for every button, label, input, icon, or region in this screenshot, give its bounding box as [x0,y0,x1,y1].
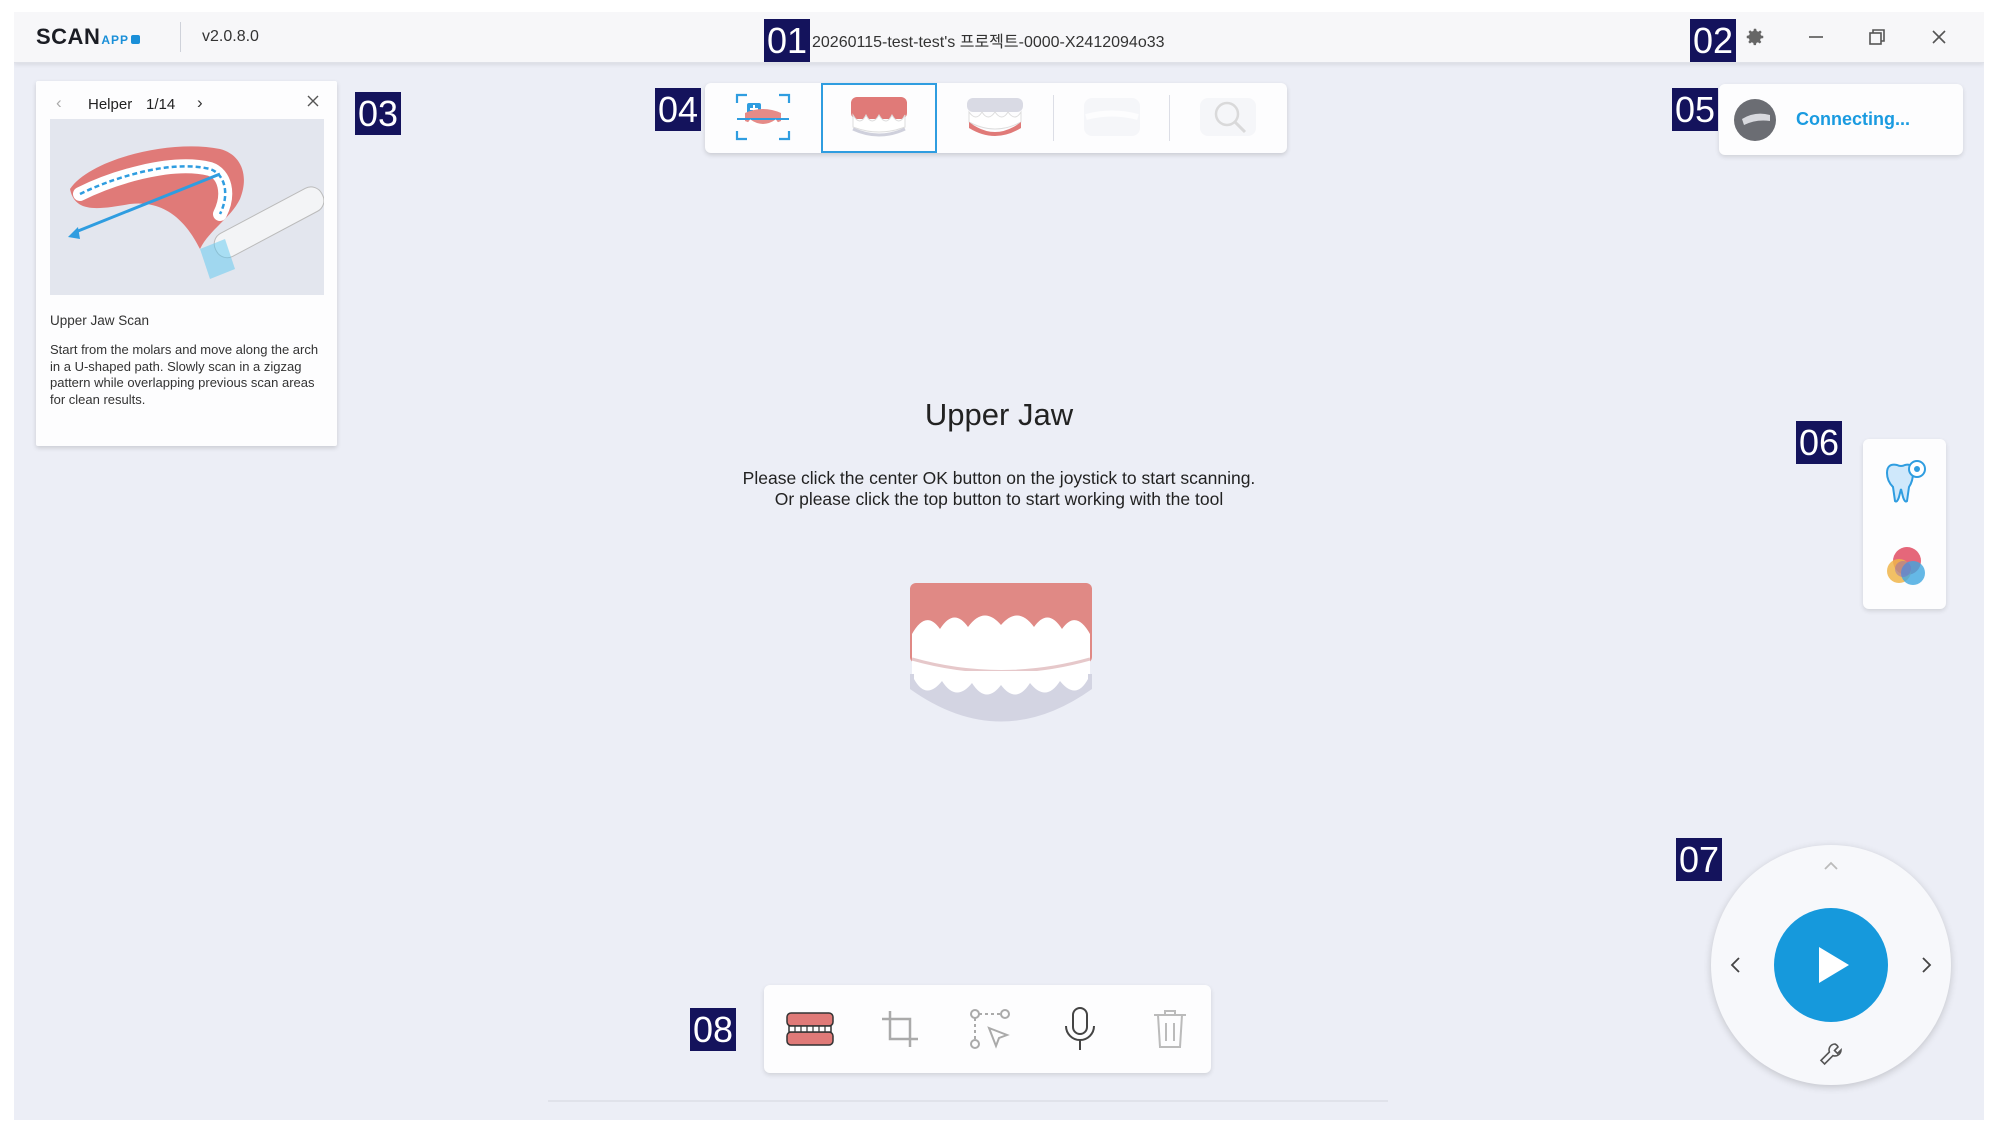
upper-jaw-scan-illustration [68,146,324,279]
restore-icon [1869,29,1885,45]
version-label: v2.0.8.0 [202,28,259,45]
badge-03: 03 [355,92,402,135]
joystick-up-button[interactable] [1820,855,1842,877]
helper-scan-title: Upper Jaw Scan [50,313,150,328]
badge-05: 05 [1672,88,1719,131]
badge-06: 06 [1796,421,1843,464]
connection-status-text: Connecting... [1796,109,1910,129]
project-name: 20260115-test-test's 프로젝트-0000-X2412094o… [812,34,1165,51]
settings-button[interactable] [1740,22,1770,52]
helper-page: 1/14 [146,96,176,113]
microphone-icon [1065,1007,1095,1050]
tooth-settings-button[interactable] [1881,457,1929,505]
tooth-settings-icon [1885,460,1926,503]
color-palette-icon [1887,547,1925,585]
scan-step-bar [705,83,1287,153]
upper-jaw-illustration [906,579,1096,731]
color-analysis-button[interactable] [1881,541,1929,589]
helper-prev-button[interactable]: ‹ [56,93,62,113]
close-icon [1932,30,1946,44]
helper-illustration [50,119,324,295]
step-bite[interactable] [1054,83,1170,151]
jaw-model-button[interactable] [780,999,840,1059]
logo-mark-icon [131,35,141,44]
close-icon [307,95,319,107]
helper-title: Helper [88,96,133,113]
helper-next-button[interactable]: › [197,93,203,113]
instruction-line-1: Please click the center OK button on the… [742,468,1256,488]
minimize-button[interactable] [1801,22,1831,52]
badge-08: 08 [690,1008,737,1051]
step-lower-jaw[interactable] [937,83,1053,151]
select-region-button[interactable] [960,999,1020,1059]
joystick-left-button[interactable] [1725,954,1747,976]
joystick-right-button[interactable] [1915,954,1937,976]
title-divider [180,22,181,52]
voice-button[interactable] [1050,999,1110,1059]
joystick-tool-button[interactable] [1818,1041,1844,1067]
badge-07: 07 [1676,838,1723,881]
crop-button[interactable] [870,999,930,1059]
joystick-ok-button[interactable] [1774,908,1888,1022]
connection-status-panel[interactable]: Connecting... [1719,84,1963,155]
select-region-icon [970,1009,1010,1049]
bottom-divider [548,1100,1388,1102]
bite-icon [1084,98,1140,136]
add-scan-icon [735,93,791,141]
bottom-toolbar [764,985,1211,1073]
step-pre-scan[interactable] [705,83,821,151]
step-analysis[interactable] [1170,83,1286,151]
side-tool-panel [1863,439,1946,609]
scan-step-title: Upper Jaw [924,397,1074,432]
app-logo: SCANAPP [36,24,141,50]
helper-header: ‹ Helper 1/14 › [36,93,337,115]
app-window: SCANAPP v2.0.8.0 20260115-test-test's 프로… [14,12,1984,1120]
helper-panel: ‹ Helper 1/14 › Upper Jaw Scan Start fro… [36,81,337,446]
delete-button[interactable] [1140,999,1200,1059]
lower-jaw-icon [967,98,1023,136]
gear-icon [1746,28,1764,46]
wrench-icon [1819,1043,1842,1066]
jaw-model-icon [786,1012,834,1046]
helper-close-button[interactable] [306,94,320,112]
app-logo-sub: APP [101,33,130,47]
badge-02: 02 [1690,19,1737,62]
restore-button[interactable] [1862,22,1892,52]
magnifier-icon [1200,98,1256,136]
close-button[interactable] [1924,22,1954,52]
trash-icon [1154,1010,1186,1048]
crop-icon [882,1011,918,1047]
upper-jaw-icon [851,97,907,137]
joystick-control [1711,845,1951,1085]
play-icon [1819,947,1849,983]
chevron-right-icon [1922,957,1932,973]
badge-04: 04 [655,88,702,131]
minimize-icon [1809,36,1823,38]
badge-01: 01 [764,19,811,62]
title-bar: SCANAPP v2.0.8.0 20260115-test-test's 프로… [14,12,1984,63]
scanner-device-icon [1734,99,1776,141]
step-upper-jaw[interactable] [821,83,937,153]
chevron-up-icon [1824,861,1838,870]
chevron-left-icon [1730,957,1740,973]
instruction-line-2: Or please click the top button to start … [774,489,1224,509]
